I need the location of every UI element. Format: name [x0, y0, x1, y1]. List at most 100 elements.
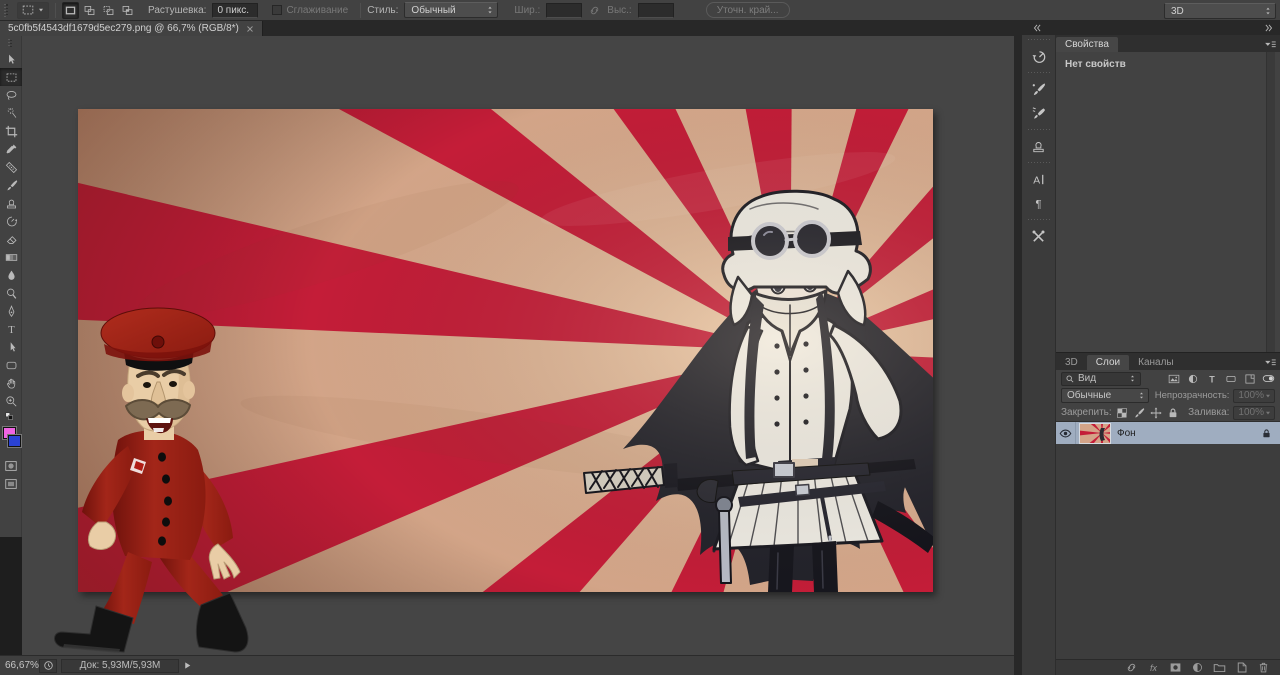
new-layer-icon[interactable] — [1235, 661, 1248, 674]
quick-selection-tool[interactable] — [0, 104, 22, 122]
close-icon[interactable] — [246, 25, 254, 33]
add-layer-mask-icon[interactable] — [1169, 661, 1182, 674]
layer-effects-icon[interactable]: fx — [1147, 661, 1160, 674]
panel-grip[interactable] — [8, 39, 13, 48]
eyedropper-tool-icon — [5, 143, 18, 156]
status-clock-button[interactable] — [39, 659, 57, 673]
link-layers-icon[interactable] — [1125, 661, 1138, 674]
lock-position-icon[interactable] — [1150, 407, 1162, 419]
expand-dock-icon[interactable] — [1032, 23, 1042, 33]
canvas-area[interactable] — [22, 36, 1014, 655]
filter-type-layers-icon[interactable]: T — [1206, 373, 1218, 385]
workspace-switcher[interactable]: 3D — [1164, 3, 1276, 19]
new-adjustment-layer-icon[interactable] — [1191, 661, 1204, 674]
document-title: 5c0fb5f4543df1679d5ec279.png @ 66,7% (RG… — [8, 23, 239, 34]
antialias-checkbox[interactable]: Сглаживание — [272, 5, 348, 16]
dock-group-grip[interactable] — [1028, 127, 1050, 132]
filter-shape-layers-icon[interactable] — [1225, 373, 1237, 385]
panel-region: A¶ Свойства Нет свойств 3D Слои Каналы — [1014, 21, 1280, 675]
intersect-selection-button[interactable] — [119, 2, 136, 19]
zoom-tool[interactable] — [0, 392, 22, 410]
feather-input[interactable]: 0 пикс. — [212, 3, 258, 18]
history-brush-tool[interactable] — [0, 212, 22, 230]
default-colors-icon[interactable] — [5, 412, 16, 423]
blur-tool[interactable] — [0, 266, 22, 284]
new-selection-button[interactable] — [62, 2, 79, 19]
lock-pixels-icon[interactable] — [1133, 407, 1145, 419]
hand-tool[interactable] — [0, 374, 22, 392]
filter-pixel-layers-icon[interactable] — [1168, 373, 1180, 385]
blend-mode-dropdown[interactable]: Обычные — [1061, 388, 1149, 403]
zoom-level-field[interactable]: 66,67% — [5, 660, 35, 671]
tool-presets-panel-icon[interactable] — [1024, 224, 1054, 248]
fill-value[interactable]: 100% — [1233, 406, 1275, 420]
collapse-panels-icon[interactable] — [1264, 23, 1274, 33]
eraser-tool[interactable] — [0, 230, 22, 248]
filter-adjustment-layers-icon[interactable] — [1187, 373, 1199, 385]
crop-tool[interactable] — [0, 122, 22, 140]
link-dimensions-icon[interactable] — [588, 4, 601, 17]
dock-group-grip[interactable] — [1028, 70, 1050, 75]
tool-preset-picker[interactable] — [17, 2, 49, 19]
opacity-value[interactable]: 100% — [1233, 389, 1275, 403]
move-tool[interactable] — [0, 50, 22, 68]
clone-stamp-tool[interactable] — [0, 194, 22, 212]
paragraph-panel-icon[interactable]: ¶ — [1024, 191, 1054, 215]
healing-brush-tool[interactable] — [0, 158, 22, 176]
layer-row[interactable]: Фон — [1056, 422, 1280, 444]
refine-edge-button[interactable]: Уточн. край... — [706, 2, 790, 18]
style-dropdown[interactable]: Обычный — [404, 2, 498, 18]
lock-row: Закрепить: Заливка: 100% — [1056, 404, 1280, 421]
width-input[interactable] — [546, 3, 582, 18]
background-color-swatch[interactable] — [8, 435, 21, 447]
healing-brush-tool-icon — [5, 161, 18, 174]
blur-tool-icon — [5, 269, 18, 282]
tab-channels[interactable]: Каналы — [1129, 355, 1183, 370]
character-panel-icon[interactable]: A — [1024, 167, 1054, 191]
brush-tool[interactable] — [0, 176, 22, 194]
brush-presets-panel-icon[interactable] — [1024, 77, 1054, 101]
dodge-tool[interactable] — [0, 284, 22, 302]
tab-3d[interactable]: 3D — [1056, 355, 1087, 370]
tab-layers[interactable]: Слои — [1087, 355, 1129, 370]
filter-toggle-icon[interactable] — [1262, 372, 1275, 385]
brush-panel-icon[interactable] — [1024, 101, 1054, 125]
history-panel-icon[interactable] — [1024, 44, 1054, 68]
panel-grip[interactable] — [4, 4, 9, 17]
document-tab[interactable]: 5c0fb5f4543df1679d5ec279.png @ 66,7% (RG… — [0, 21, 263, 36]
svg-text:T: T — [1209, 374, 1215, 384]
add-selection-icon — [83, 4, 96, 17]
height-input[interactable] — [638, 3, 674, 18]
add-selection-button[interactable] — [81, 2, 98, 19]
filter-smart-objects-icon[interactable] — [1244, 373, 1256, 385]
dock-group-grip[interactable] — [1028, 160, 1050, 165]
clone-source-panel-icon[interactable] — [1024, 134, 1054, 158]
blend-mode-row: Обычные Непрозрачность: 100% — [1056, 387, 1280, 404]
layer-thumbnail[interactable] — [1080, 424, 1110, 443]
new-group-icon[interactable] — [1213, 661, 1226, 674]
dock-group-grip[interactable] — [1028, 217, 1050, 222]
panel-menu-icon[interactable] — [1263, 356, 1277, 370]
dock-group-grip[interactable] — [1028, 37, 1050, 42]
panel-menu-icon[interactable] — [1263, 38, 1277, 52]
rectangular-marquee-tool[interactable] — [0, 68, 22, 86]
filter-kind-dropdown[interactable]: Вид — [1061, 372, 1141, 386]
type-tool[interactable]: T — [0, 320, 22, 338]
tab-properties[interactable]: Свойства — [1056, 37, 1118, 52]
visibility-toggle[interactable] — [1056, 422, 1076, 444]
eyedropper-tool[interactable] — [0, 140, 22, 158]
pen-tool[interactable] — [0, 302, 22, 320]
gradient-tool[interactable] — [0, 248, 22, 266]
screen-mode-button[interactable] — [0, 475, 22, 493]
status-menu-arrow-icon[interactable] — [183, 661, 192, 670]
path-selection-tool[interactable] — [0, 338, 22, 356]
shape-tool[interactable] — [0, 356, 22, 374]
quick-mask-button[interactable] — [0, 457, 22, 475]
delete-layer-icon[interactable] — [1257, 661, 1270, 674]
lasso-tool[interactable] — [0, 86, 22, 104]
lock-all-icon[interactable] — [1167, 407, 1179, 419]
lock-transparency-icon[interactable] — [1116, 407, 1128, 419]
subtract-selection-button[interactable] — [100, 2, 117, 19]
scrollbar-track[interactable] — [1266, 52, 1275, 352]
subtract-selection-icon — [102, 4, 115, 17]
